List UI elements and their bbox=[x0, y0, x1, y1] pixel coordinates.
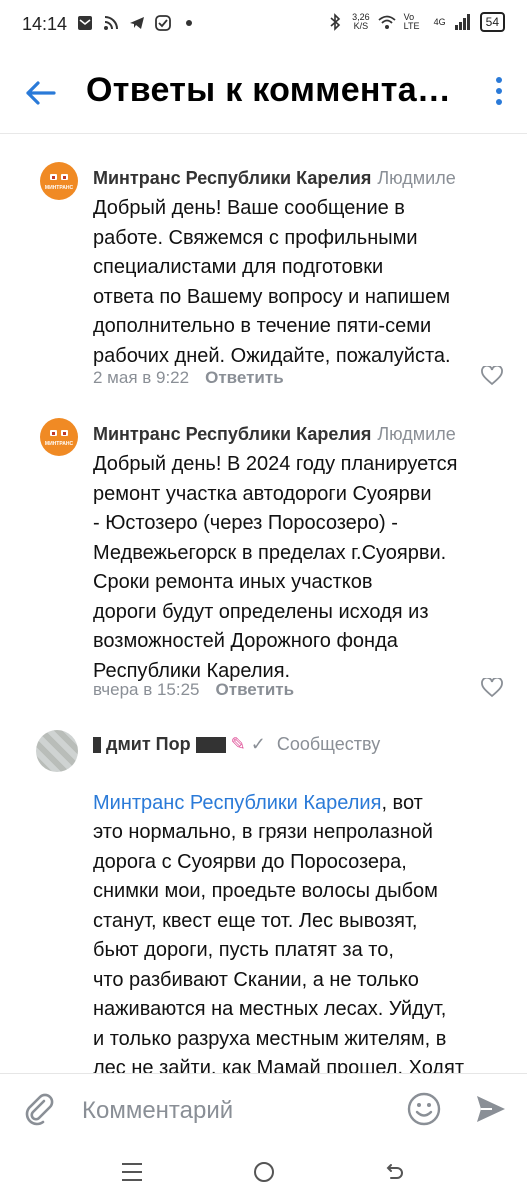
comment-item: МИНТРАНС Минтранс Республики Карелия Людм… bbox=[0, 418, 527, 708]
reply-button[interactable]: Ответить bbox=[216, 680, 295, 699]
comment-header: Минтранс Республики Карелия Людмиле bbox=[93, 424, 456, 445]
comment-header: дмит Пор ✎ ✓ Сообществу bbox=[93, 734, 380, 755]
avatar[interactable]: МИНТРАНС bbox=[40, 162, 78, 200]
system-back-icon[interactable] bbox=[385, 1161, 405, 1181]
recent-apps-icon[interactable] bbox=[122, 1163, 142, 1187]
heart-icon[interactable] bbox=[481, 678, 503, 698]
reply-to[interactable]: Людмиле bbox=[377, 424, 455, 444]
mention-link[interactable]: Минтранс Республики Карелия bbox=[93, 792, 381, 814]
redacted-block bbox=[93, 737, 101, 754]
battery-indicator: 54 bbox=[479, 12, 505, 32]
dot-icon bbox=[186, 20, 192, 26]
logo-icon bbox=[50, 430, 68, 436]
comment-meta: вчера в 15:25 Ответить bbox=[93, 680, 294, 700]
notification-icons bbox=[76, 14, 198, 32]
heart-icon[interactable] bbox=[481, 366, 503, 386]
reply-to[interactable]: Сообществу bbox=[277, 734, 380, 754]
back-arrow-icon[interactable] bbox=[22, 75, 58, 111]
wifi-icon bbox=[378, 15, 396, 29]
comment-input[interactable]: Комментарий bbox=[82, 1097, 233, 1125]
telegram-icon bbox=[130, 17, 144, 29]
comment-author[interactable]: дмит Пор bbox=[106, 734, 191, 754]
logo-icon bbox=[50, 174, 68, 180]
comment-date: 2 мая в 9:22 bbox=[93, 368, 190, 387]
verified-check-icon: ✓ bbox=[250, 734, 266, 754]
rss-icon bbox=[104, 16, 118, 30]
speed-unit: K/S bbox=[353, 21, 369, 31]
comment-text: Минтранс Республики Карелия, вот это нор… bbox=[93, 759, 513, 1076]
comment-author[interactable]: Минтранс Республики Карелия bbox=[93, 424, 371, 444]
pin-emoji-icon: ✎ bbox=[230, 734, 246, 754]
logo-caption: МИНТРАНС bbox=[44, 185, 74, 191]
home-icon[interactable] bbox=[254, 1162, 274, 1182]
emoji-icon[interactable] bbox=[406, 1091, 442, 1127]
send-icon[interactable] bbox=[474, 1093, 508, 1125]
bluetooth-icon bbox=[330, 13, 341, 31]
attach-icon[interactable] bbox=[22, 1092, 56, 1126]
comment-text: Добрый день! Ваше сообщение в работе. Св… bbox=[93, 197, 451, 367]
comment-meta: 2 мая в 9:22 Ответить bbox=[93, 368, 284, 388]
system-nav-bar bbox=[0, 1145, 527, 1200]
status-bar: 14:14 3,26 K/S Vo LTE 4G 54 bbox=[0, 0, 527, 50]
comment-item: МИНТРАНС Минтранс Республики Карелия Людм… bbox=[0, 162, 527, 402]
signal-icon bbox=[454, 14, 470, 30]
comment-item: дмит Пор ✎ ✓ Сообществу Минтранс Республ… bbox=[0, 730, 527, 1075]
comment-body: это нормально, в грязи непролазной дорог… bbox=[93, 821, 465, 1075]
app-header: Ответы к коммента… bbox=[0, 55, 527, 134]
status-time: 14:14 bbox=[22, 14, 68, 34]
avatar[interactable] bbox=[36, 730, 78, 772]
check-circle-icon bbox=[155, 15, 171, 31]
comment-text: Добрый день! В 2024 году планируется рем… bbox=[93, 453, 458, 682]
logo-caption: МИНТРАНС bbox=[44, 441, 74, 447]
kebab-menu-icon[interactable] bbox=[495, 77, 503, 109]
redacted-block bbox=[195, 737, 226, 754]
comment-date: вчера в 15:25 bbox=[93, 680, 200, 699]
network-speed: 3,26 K/S bbox=[352, 13, 370, 31]
comment-header: Минтранс Республики Карелия Людмиле bbox=[93, 168, 456, 189]
message-icon bbox=[78, 16, 92, 30]
avatar[interactable]: МИНТРАНС bbox=[40, 418, 78, 456]
reply-button[interactable]: Ответить bbox=[205, 368, 284, 387]
reply-to[interactable]: Людмиле bbox=[377, 168, 455, 188]
volte-label: Vo LTE bbox=[403, 12, 420, 31]
page-title: Ответы к коммента… bbox=[86, 71, 452, 109]
comment-author[interactable]: Минтранс Республики Карелия bbox=[93, 168, 371, 188]
system-indicators: 3,26 K/S Vo LTE 4G 54 bbox=[326, 12, 505, 32]
signal-label: 4G bbox=[433, 17, 446, 27]
mention-suffix: , вот bbox=[381, 791, 423, 814]
comment-input-bar: Комментарий bbox=[0, 1073, 527, 1146]
